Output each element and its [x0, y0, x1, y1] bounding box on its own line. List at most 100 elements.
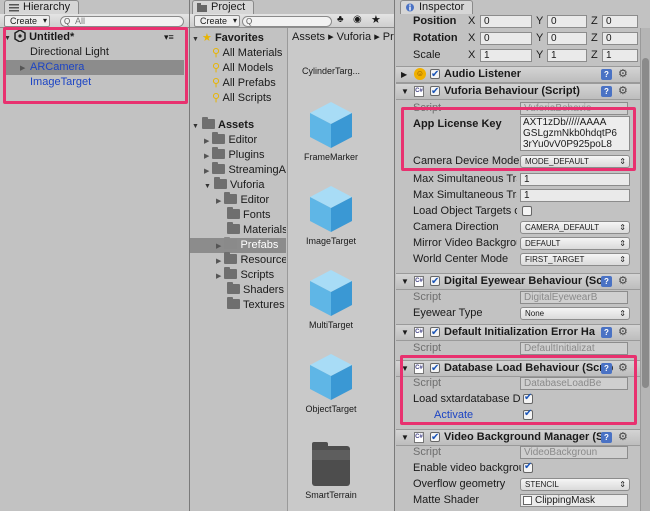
collapse-arrow-icon[interactable]: ▶	[401, 67, 407, 82]
project-create-button[interactable]: Create	[194, 15, 241, 27]
favorite-all-materials[interactable]: ⚲ All Materials	[212, 46, 282, 61]
collapse-arrow-icon[interactable]: ▼	[401, 84, 409, 99]
expand-arrow-icon[interactable]	[204, 179, 211, 191]
folder-editor[interactable]: Editor	[204, 132, 257, 148]
load-database-checkbox[interactable]	[523, 392, 533, 404]
folder-streaming-assets[interactable]: StreamingA	[204, 162, 286, 178]
tab-project[interactable]: Project	[192, 0, 255, 14]
load-object-targets-checkbox[interactable]	[522, 206, 532, 216]
scale-z-field[interactable]: 1	[602, 49, 638, 62]
audio-listener-enabled-checkbox[interactable]	[430, 67, 440, 82]
rotation-x-field[interactable]: 0	[480, 32, 532, 45]
scene-row[interactable]: Untitled* ▾≡	[4, 29, 184, 45]
activate-checkbox[interactable]	[523, 408, 533, 420]
expand-arrow-icon[interactable]	[204, 149, 209, 161]
project-search-input[interactable]	[242, 16, 332, 27]
help-icon[interactable]: ?	[601, 276, 612, 287]
asset-smart-terrain[interactable]: SmartTerrain	[296, 438, 366, 500]
camera-direction-dropdown[interactable]: CAMERA_DEFAULT	[520, 221, 630, 234]
help-icon[interactable]: ?	[601, 363, 612, 374]
asset-multi-target[interactable]: MultiTarget	[296, 268, 366, 330]
rotation-z-field[interactable]: 0	[602, 32, 638, 45]
expand-arrow-icon[interactable]	[204, 164, 209, 176]
eyewear-type-dropdown[interactable]: None	[520, 307, 630, 320]
rotation-y-field[interactable]: 0	[547, 32, 587, 45]
favorite-star-icon[interactable]: ★	[371, 13, 381, 26]
collapse-arrow-icon[interactable]: ▼	[401, 274, 409, 289]
expand-arrow-icon[interactable]	[216, 194, 221, 206]
folder-plugins[interactable]: Plugins	[204, 147, 265, 163]
default-init-enabled-checkbox[interactable]	[430, 325, 440, 340]
asset-image-target[interactable]: ImageTarget	[296, 184, 366, 246]
scale-x-field[interactable]: 1	[480, 49, 532, 62]
favorite-all-prefabs[interactable]: ⚲ All Prefabs	[212, 76, 276, 91]
breadcrumb-vuforia[interactable]: Vuforia	[337, 31, 371, 43]
mirror-video-dropdown[interactable]: DEFAULT	[520, 237, 630, 250]
expand-arrow-icon[interactable]	[216, 239, 221, 251]
folder-textures[interactable]: Textures	[227, 297, 285, 313]
hierarchy-item-imagetarget[interactable]: ImageTarget	[30, 75, 180, 90]
vuforia-enabled-checkbox[interactable]	[430, 84, 440, 99]
collapse-arrow-icon[interactable]: ▼	[401, 325, 409, 340]
collapse-arrow-icon[interactable]: ▼	[401, 361, 409, 376]
expand-arrow-icon[interactable]	[216, 269, 221, 281]
folder-shaders[interactable]: Shaders	[227, 282, 284, 298]
overflow-geometry-dropdown[interactable]: STENCIL	[520, 478, 630, 491]
hierarchy-create-button[interactable]: Create	[4, 15, 51, 27]
favorite-all-models[interactable]: ⚲ All Models	[212, 61, 273, 76]
enable-video-bg-checkbox[interactable]	[523, 461, 533, 473]
help-icon[interactable]: ?	[601, 327, 612, 338]
vuforia-behaviour-header[interactable]: ▼ C# Vuforia Behaviour (Script) ? ⚙	[396, 83, 640, 100]
position-z-field[interactable]: 0	[602, 15, 638, 28]
hierarchy-item-arcamera[interactable]: ARCamera	[4, 60, 184, 75]
expand-arrow-icon[interactable]	[216, 254, 221, 266]
gear-icon[interactable]: ⚙	[618, 432, 628, 443]
folder-scripts[interactable]: Scripts	[216, 267, 274, 283]
asset-cylinder-target[interactable]: CylinderTarg...	[296, 48, 366, 76]
position-x-field[interactable]: 0	[480, 15, 532, 28]
inspector-scrollbar[interactable]	[640, 28, 650, 511]
assets-row[interactable]: Assets	[192, 117, 254, 133]
database-load-enabled-checkbox[interactable]	[430, 361, 440, 376]
filter-type-icon[interactable]: ♣	[337, 14, 344, 25]
tab-hierarchy[interactable]: Hierarchy	[4, 0, 80, 14]
asset-object-target[interactable]: ObjectTarget	[296, 352, 366, 414]
folder-resources[interactable]: Resource	[216, 252, 286, 268]
gear-icon[interactable]: ⚙	[618, 327, 628, 338]
gear-icon[interactable]: ⚙	[618, 276, 628, 287]
scene-menu-icon[interactable]: ▾≡	[164, 30, 174, 45]
expand-arrow-icon[interactable]	[204, 134, 209, 146]
default-init-header[interactable]: ▼ C# Default Initialization Error Ha ? ⚙	[396, 324, 640, 341]
folder-fonts[interactable]: Fonts	[227, 207, 271, 223]
favorites-row[interactable]: ★ Favorites	[192, 31, 264, 46]
filter-label-icon[interactable]: ◉	[353, 14, 362, 25]
breadcrumb-prefabs[interactable]: Prefabs	[383, 31, 394, 43]
world-center-mode-dropdown[interactable]: FIRST_TARGET	[520, 253, 630, 266]
license-key-textarea[interactable]: AXT1zDb/////AAAA GSLgzmNkb0hdqtP6 3rYu0v…	[520, 116, 630, 151]
help-icon[interactable]: ?	[601, 86, 612, 97]
asset-frame-marker[interactable]: FrameMarker	[296, 100, 366, 162]
help-icon[interactable]: ?	[601, 69, 612, 80]
collapse-arrow-icon[interactable]: ▼	[401, 430, 409, 445]
help-icon[interactable]: ?	[601, 432, 612, 443]
expand-arrow-icon[interactable]	[20, 60, 25, 76]
camera-device-mode-dropdown[interactable]: MODE_DEFAULT	[520, 155, 630, 168]
breadcrumb-assets[interactable]: Assets	[292, 31, 325, 43]
hierarchy-item-directional-light[interactable]: Directional Light	[30, 45, 180, 60]
favorite-all-scripts[interactable]: ⚲ All Scripts	[212, 91, 271, 106]
database-load-header[interactable]: ▼ C# Database Load Behaviour (Scrip ? ⚙	[396, 360, 640, 377]
expand-arrow-icon[interactable]	[192, 32, 199, 44]
video-bg-header[interactable]: ▼ C# Video Background Manager (Sc ? ⚙	[396, 429, 640, 446]
gear-icon[interactable]: ⚙	[618, 86, 628, 97]
folder-vuforia-editor[interactable]: Editor	[216, 192, 269, 208]
folder-vuforia[interactable]: Vuforia	[204, 177, 264, 193]
hierarchy-search-input[interactable]: All	[60, 16, 184, 27]
max-sim-field-1[interactable]: 1	[520, 173, 630, 186]
inspector-scrollbar-thumb[interactable]	[642, 58, 649, 388]
scale-y-field[interactable]: 1	[547, 49, 587, 62]
audio-listener-header[interactable]: ▶ ☺ Audio Listener ? ⚙	[396, 66, 640, 83]
video-bg-enabled-checkbox[interactable]	[430, 430, 440, 445]
digital-eyewear-header[interactable]: ▼ C# Digital Eyewear Behaviour (Scr ? ⚙	[396, 273, 640, 290]
gear-icon[interactable]: ⚙	[618, 363, 628, 374]
position-y-field[interactable]: 0	[547, 15, 587, 28]
